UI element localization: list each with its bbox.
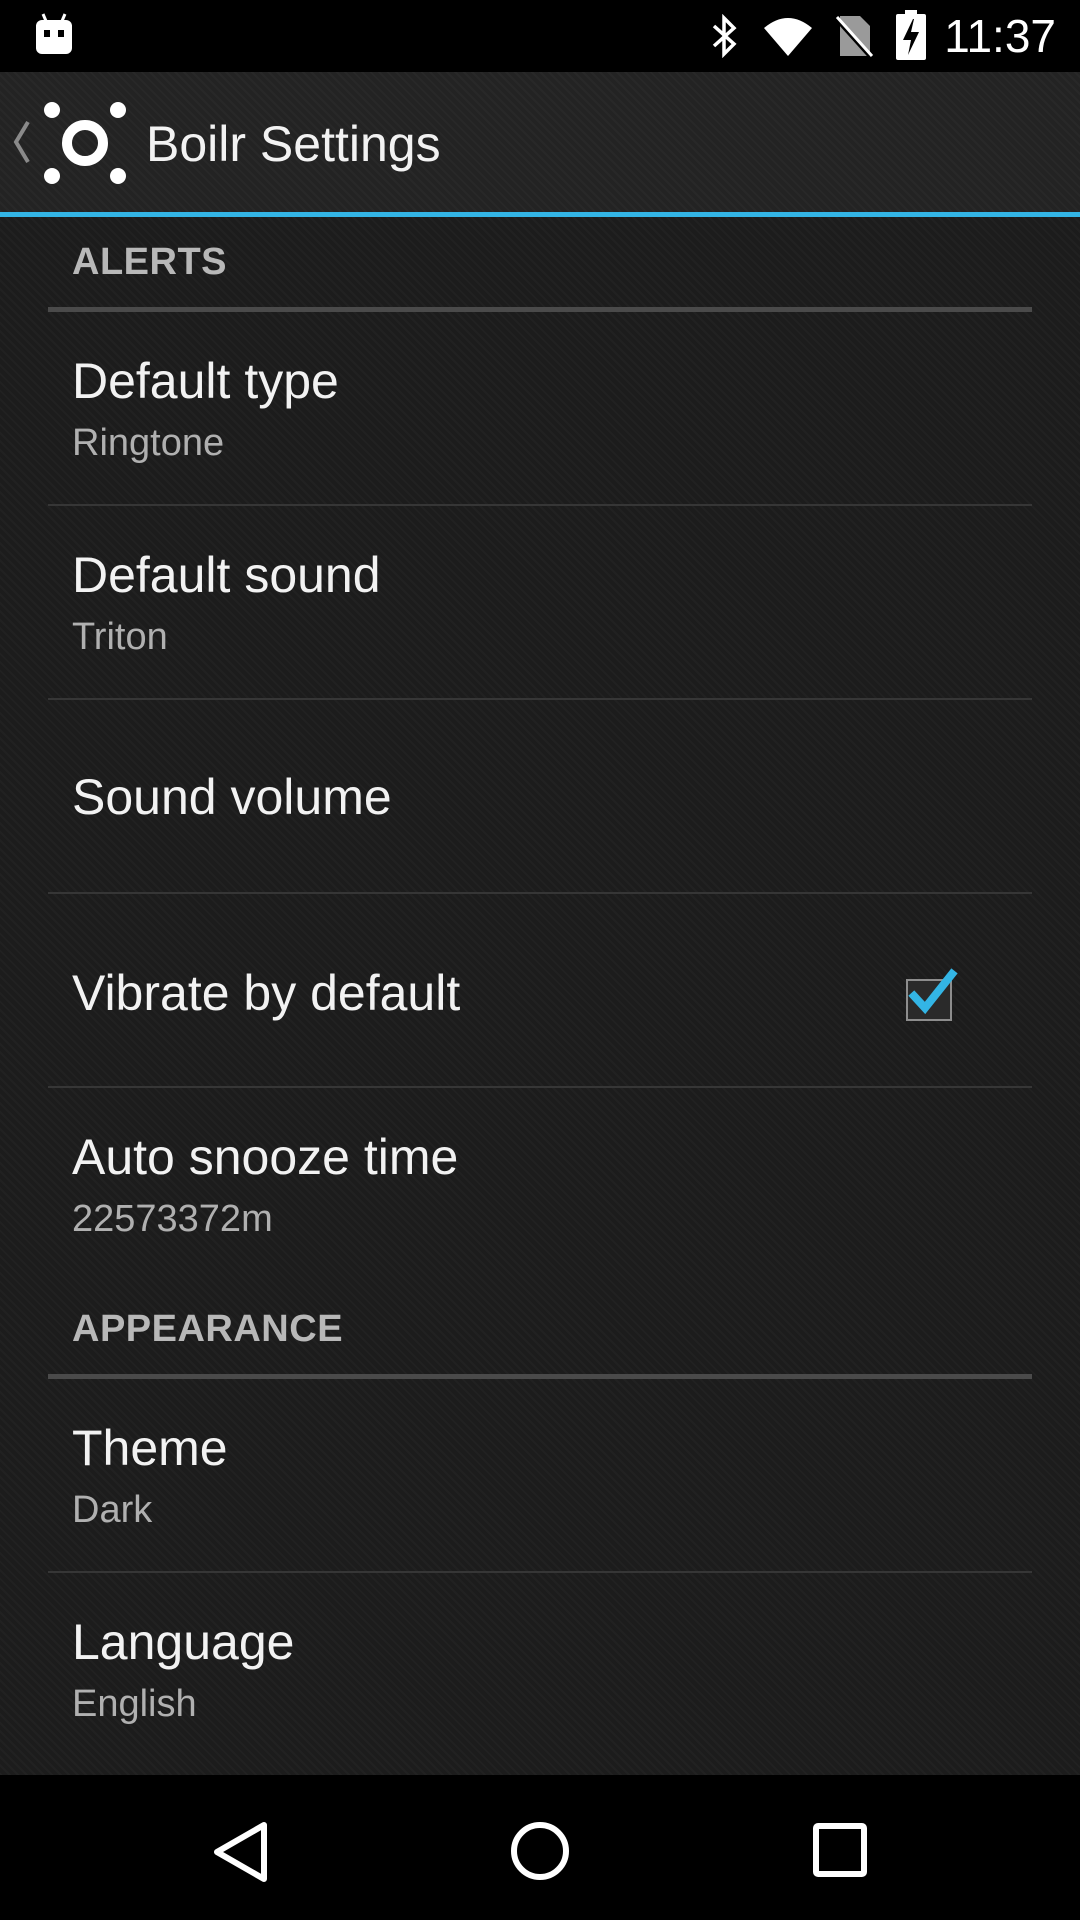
pref-title: Vibrate by default [72,965,461,1021]
home-circle-icon[interactable] [508,1819,572,1883]
pref-title: Theme [72,1420,228,1476]
category-alerts: ALERTS [48,217,1032,312]
category-label-alerts: ALERTS [72,241,227,283]
pref-title: Sound volume [72,769,392,825]
no-sim-icon [834,15,874,58]
pref-title: Language [72,1614,295,1670]
back-triangle-icon[interactable] [210,1820,270,1884]
recents-square-icon[interactable] [812,1822,868,1878]
settings-list[interactable]: ALERTS Default type Ringtone Default sou… [0,217,1080,1775]
category-appearance: APPEARANCE [48,1284,1032,1379]
bluetooth-icon [712,14,737,58]
boilr-logo-icon[interactable] [42,100,128,186]
android-notification-icon [36,13,72,54]
status-bar: 11:37 [0,0,1080,72]
back-chevron-icon[interactable] [10,118,32,166]
pref-summary: Dark [72,1489,153,1531]
page-title: Boilr Settings [146,116,441,172]
pref-title: Default sound [72,547,381,603]
pref-auto-snooze-time[interactable]: Auto snooze time 22573372m [48,1088,1032,1282]
battery-charging-icon [896,10,926,60]
pref-summary: Triton [72,616,168,658]
pref-sound-volume[interactable]: Sound volume [48,700,1032,894]
pref-theme[interactable]: Theme Dark [48,1379,1032,1573]
vibrate-checkbox[interactable] [905,968,959,1022]
screen: 11:37 Boilr Settings ALERTS Default type… [0,0,1080,1920]
pref-language[interactable]: Language English [48,1573,1032,1767]
pref-title: Default type [72,353,339,409]
navigation-bar [0,1775,1080,1920]
pref-default-sound[interactable]: Default sound Triton [48,506,1032,700]
category-label-appearance: APPEARANCE [72,1308,344,1350]
pref-summary: Ringtone [72,422,225,464]
pref-summary: English [72,1683,197,1725]
pref-vibrate-by-default[interactable]: Vibrate by default [48,894,1032,1088]
wifi-icon [764,18,812,56]
pref-title: Auto snooze time [72,1129,459,1185]
status-time: 11:37 [944,10,1056,62]
pref-default-type[interactable]: Default type Ringtone [48,312,1032,506]
action-bar: Boilr Settings [0,72,1080,217]
pref-summary: 22573372m [72,1198,273,1240]
